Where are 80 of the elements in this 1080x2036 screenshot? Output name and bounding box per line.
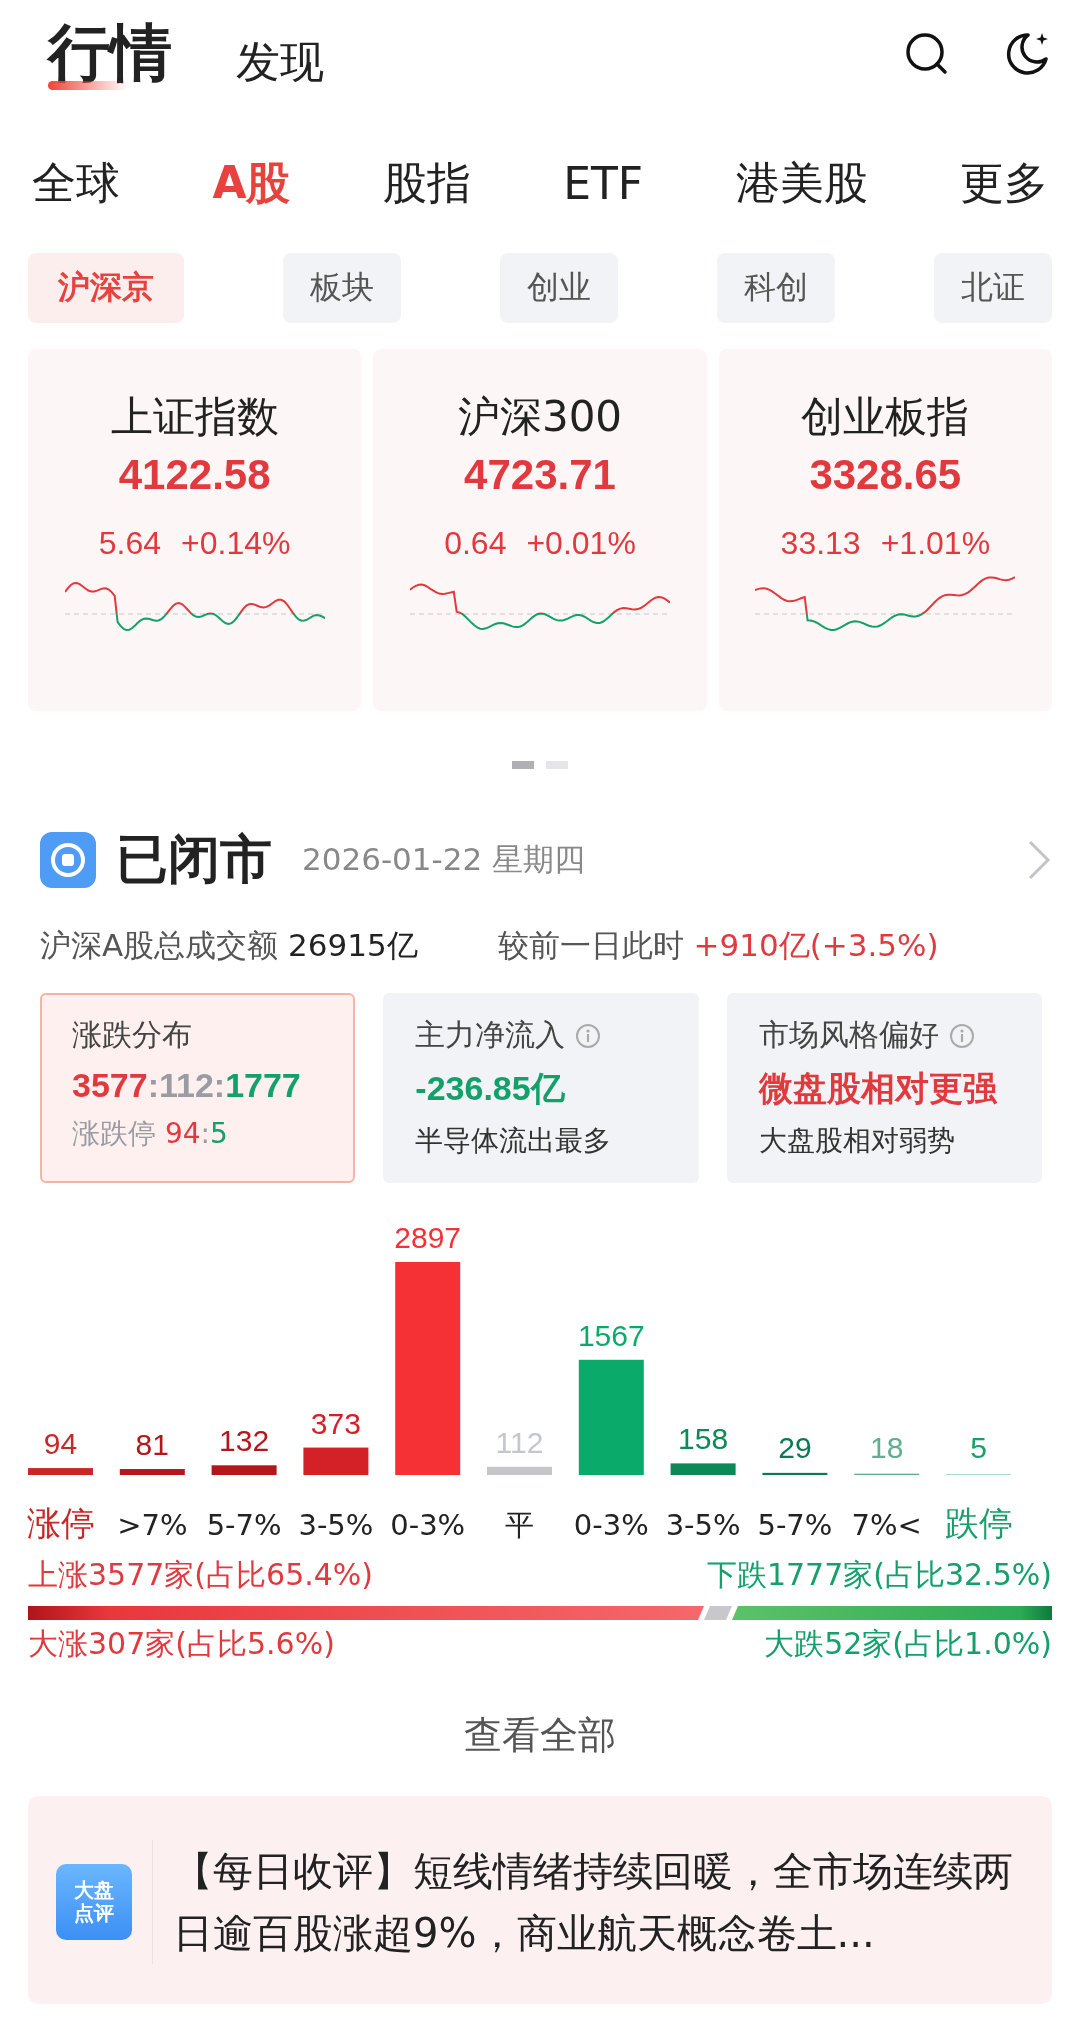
bar-category: >7% — [117, 1508, 188, 1542]
bar-value: 373 — [310, 1406, 361, 1440]
news-card[interactable]: 大盘点评 【每日收评】短线情绪持续回暖，全市场连续两日逾百股涨超9%，商业航天概念卷土... — [28, 1796, 1052, 2004]
bar-category: 涨停 — [26, 1503, 95, 1543]
bar-value: 132 — [219, 1424, 270, 1458]
bar-category: 平 — [505, 1508, 534, 1542]
index-change: 5.64 — [98, 525, 162, 562]
index-name: 创业板指 — [801, 391, 970, 443]
stat-value: 3577:112:1777 — [72, 1066, 302, 1105]
info-icon[interactable] — [948, 1022, 975, 1049]
bar-category: 3-5% — [298, 1508, 374, 1542]
big-fall-count: 大跌52家(占比1.0%) — [764, 1625, 1052, 1663]
bar-category: 跌停 — [944, 1503, 1013, 1543]
filter-chip[interactable]: 科创 — [717, 253, 835, 323]
news-headline: 【每日收评】短线情绪持续回暖，全市场连续两日逾百股涨超9%，商业航天概念卷土... — [173, 1847, 1015, 1958]
index-value: 4122.58 — [118, 451, 271, 499]
filter-chip[interactable]: 创业 — [500, 253, 618, 323]
bar-category: 5-7% — [757, 1508, 833, 1542]
market-tab[interactable]: A股 — [212, 154, 291, 213]
market-tab[interactable]: 股指 — [382, 154, 471, 213]
index-value: 4723.71 — [464, 451, 616, 499]
bar-value: 18 — [870, 1431, 904, 1464]
trade-date: 2026-01-22 星期四 — [302, 840, 585, 879]
compare-label: 较前一日此时 — [497, 926, 684, 965]
fall-count: 下跌1777家(占比32.5%) — [706, 1556, 1052, 1594]
index-card[interactable]: 沪深300 4723.71 0.64 +0.01% — [373, 349, 707, 711]
status-icon — [40, 832, 96, 888]
view-all-button[interactable]: 查看全部 — [458, 1709, 622, 1762]
stat-card[interactable]: 涨跌分布 3577:112:1777 涨跌停 94:5 — [40, 993, 356, 1183]
info-icon[interactable] — [575, 1022, 602, 1049]
bar-category: 0-3% — [390, 1508, 466, 1542]
index-change: 0.64 — [444, 525, 507, 562]
stat-card[interactable]: 主力净流入 -236.85亿 半导体流出最多 — [383, 993, 699, 1183]
bar-value: 2897 — [394, 1221, 462, 1254]
turnover-label: 沪深A股总成交额 — [40, 926, 279, 965]
market-tab[interactable]: 更多 — [959, 154, 1048, 213]
stat-title: 主力净流入 — [415, 1016, 566, 1054]
filter-chip[interactable]: 板块 — [283, 253, 401, 323]
market-status: 已闭市 — [116, 828, 272, 891]
market-tab[interactable]: ETF — [563, 154, 644, 213]
bar-category: 5-7% — [206, 1508, 282, 1542]
index-name: 沪深300 — [457, 391, 623, 443]
index-card[interactable]: 创业板指 3328.65 33.13 +1.01% — [718, 349, 1052, 711]
market-tab[interactable]: 港美股 — [735, 154, 868, 213]
market-tab[interactable]: 全球 — [32, 154, 120, 213]
news-badge: 大盘点评 — [56, 1864, 132, 1940]
bar-value: 158 — [678, 1422, 729, 1456]
header-tab[interactable]: 行情 — [48, 16, 172, 94]
index-name: 上证指数 — [110, 391, 279, 443]
header-tab[interactable]: 发现 — [236, 37, 324, 94]
bar-category: 0-3% — [573, 1508, 649, 1542]
bar-value: 81 — [135, 1428, 169, 1462]
bar-value: 94 — [43, 1427, 78, 1461]
index-card[interactable]: 上证指数 4122.58 5.64 +0.14% — [28, 349, 362, 711]
bar-value: 1567 — [577, 1318, 645, 1352]
bar-value: 29 — [778, 1431, 812, 1464]
filter-chip[interactable]: 沪深京 — [28, 253, 184, 323]
bar-category: 3-5% — [665, 1508, 741, 1542]
filter-chip[interactable]: 北证 — [934, 253, 1052, 323]
stat-value: 微盘股相对更强 — [758, 1068, 998, 1109]
big-rise-count: 大涨307家(占比5.6%) — [28, 1625, 335, 1663]
rise-count: 上涨3577家(占比65.4%) — [28, 1556, 374, 1594]
stat-card[interactable]: 市场风格偏好 微盘股相对更强 大盘股相对弱势 — [726, 993, 1042, 1183]
stat-value: -236.85亿 — [415, 1068, 566, 1109]
index-percent: +1.01% — [880, 525, 991, 562]
index-percent: +0.14% — [181, 525, 291, 562]
index-change: 33.13 — [780, 525, 861, 562]
chevron-right-icon[interactable] — [1026, 838, 1052, 882]
stat-note: 半导体流出最多 — [415, 1123, 613, 1159]
bar-category: 7%< — [851, 1508, 922, 1542]
stat-note: 涨跌停 94:5 — [72, 1116, 229, 1152]
compare-value: +910亿(+3.5%) — [693, 926, 939, 965]
stat-note: 大盘股相对弱势 — [758, 1123, 956, 1159]
stat-title: 涨跌分布 — [72, 1016, 192, 1054]
bar-value: 5 — [970, 1431, 987, 1464]
index-percent: +0.01% — [526, 525, 636, 562]
index-value: 3328.65 — [809, 451, 962, 499]
stat-title: 市场风格偏好 — [758, 1016, 939, 1054]
bar-value: 112 — [495, 1425, 544, 1459]
turnover-value: 26915亿 — [288, 926, 418, 965]
